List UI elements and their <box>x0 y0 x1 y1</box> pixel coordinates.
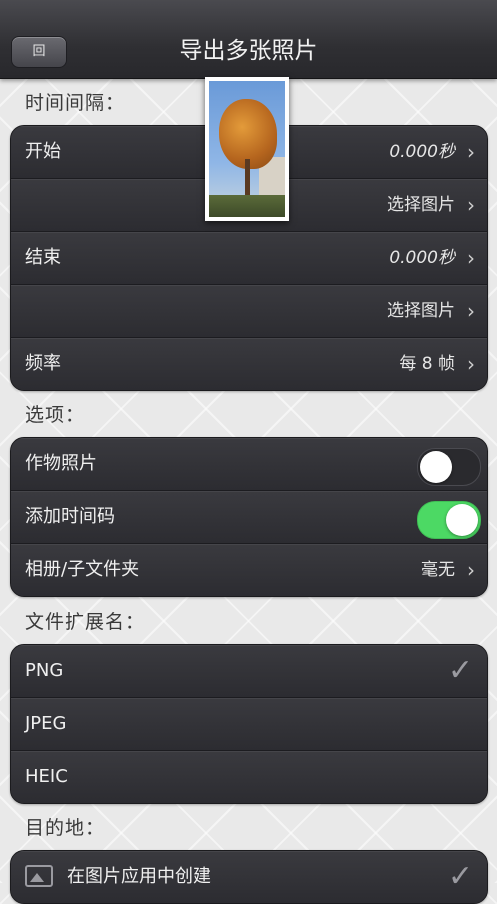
thumb-trunk <box>245 159 250 199</box>
crop-photo-toggle[interactable] <box>417 448 481 486</box>
destination-photos-row[interactable]: 在图片应用中创建 ✓ <box>11 851 487 903</box>
end-select-picture: 选择图片 <box>387 301 455 321</box>
end-select-picture-row[interactable]: 选择图片 › <box>11 284 487 337</box>
chevron-right-icon: › <box>467 246 475 270</box>
extension-jpeg-row[interactable]: JPEG <box>11 697 487 750</box>
destination-section-label: 目的地： <box>25 817 106 839</box>
start-select-picture: 选择图片 <box>387 195 455 215</box>
extension-heic-label: HEIC <box>25 766 68 787</box>
destination-group: 在图片应用中创建 ✓ <box>10 850 488 904</box>
chevron-right-icon: › <box>467 558 475 582</box>
album-subfolder-row[interactable]: 相册/子文件夹 毫无 › <box>11 543 487 596</box>
end-label: 结束 <box>25 247 61 268</box>
frequency-label: 频率 <box>25 353 61 374</box>
frequency-row[interactable]: 频率 每 8 帧 › <box>11 337 487 390</box>
interval-section-label: 时间间隔： <box>25 92 126 114</box>
start-value: 0.000秒 <box>389 142 455 162</box>
chevron-right-icon: › <box>467 193 475 217</box>
chevron-right-icon: › <box>467 299 475 323</box>
album-subfolder-label: 相册/子文件夹 <box>25 559 140 580</box>
checkmark-icon: ✓ <box>447 859 473 894</box>
chevron-right-icon: › <box>467 140 475 164</box>
page-title: 导出多张照片 <box>179 38 318 64</box>
toggle-knob <box>420 451 452 483</box>
back-button[interactable]: 回 <box>11 36 67 68</box>
frame-thumbnail[interactable] <box>205 77 289 221</box>
destination-photos-label: 在图片应用中创建 <box>67 866 211 887</box>
timecode-row: 添加时间码 <box>11 490 487 543</box>
extension-section-label: 文件扩展名： <box>25 611 146 633</box>
navigation-bar: 回 导出多张照片 <box>0 0 497 79</box>
options-section-label: 选项： <box>25 404 86 426</box>
frequency-value: 每 8 帧 <box>399 354 455 374</box>
crop-photo-label: 作物照片 <box>25 453 97 474</box>
chevron-right-icon: › <box>467 352 475 376</box>
options-group: 作物照片 添加时间码 相册/子文件夹 毫无 › <box>10 437 488 597</box>
crop-photo-row: 作物照片 <box>11 438 487 490</box>
extension-heic-row[interactable]: HEIC <box>11 750 487 803</box>
end-value: 0.000秒 <box>389 248 455 268</box>
toggle-knob <box>446 504 478 536</box>
extension-png-row[interactable]: PNG ✓ <box>11 645 487 697</box>
photo-icon <box>25 865 53 887</box>
extension-jpeg-label: JPEG <box>25 713 67 734</box>
thumb-ground <box>209 195 285 217</box>
start-label: 开始 <box>25 141 61 162</box>
thumbnail-image <box>209 81 285 217</box>
end-row[interactable]: 结束 0.000秒 › <box>11 231 487 284</box>
album-subfolder-value: 毫无 <box>421 560 455 580</box>
timecode-toggle[interactable] <box>417 501 481 539</box>
checkmark-icon: ✓ <box>447 653 473 688</box>
extension-png-label: PNG <box>25 660 64 681</box>
extension-group: PNG ✓ JPEG HEIC <box>10 644 488 804</box>
timecode-label: 添加时间码 <box>25 506 115 527</box>
